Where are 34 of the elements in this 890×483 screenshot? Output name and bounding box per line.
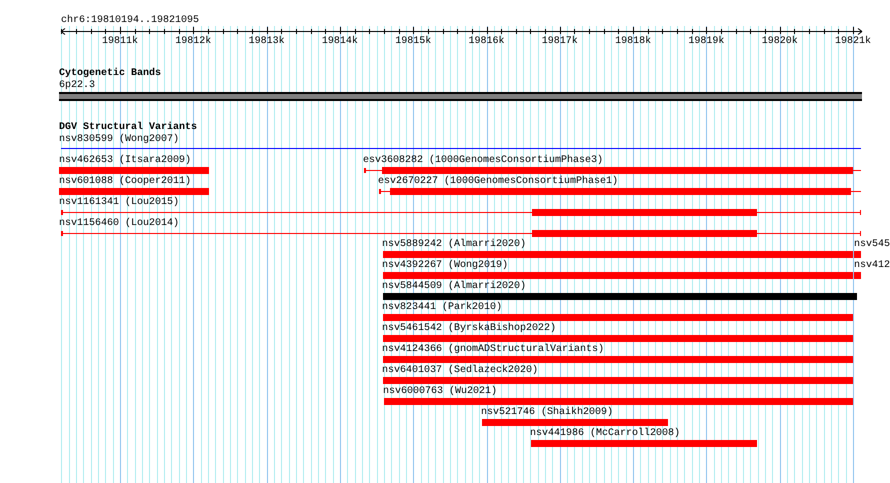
tick-label: 19812k	[175, 36, 212, 47]
variant-label: nsv4124366 (gnomADStructuralVariants)	[382, 344, 604, 355]
variant-label: nsv5889242 (Almarri2020)	[382, 239, 526, 250]
variant-label: nsv412	[854, 260, 890, 271]
variant-label: nsv1161341 (Lou2015)	[59, 197, 180, 208]
track-title: Cytogenetic Bands	[59, 68, 162, 79]
tick-label: 19815k	[395, 36, 432, 47]
tick-label: 19817k	[542, 36, 578, 47]
variant-label: nsv441986 (McCarroll2008)	[530, 428, 680, 439]
variant-label: nsv1156460 (Lou2014)	[59, 218, 180, 229]
variant-label: nsv830599 (Wong2007)	[59, 134, 180, 145]
variant-label: nsv601088 (Cooper2011)	[59, 176, 192, 187]
variant-label: nsv521746 (Shaikh2009)	[481, 407, 614, 418]
variant-label: nsv545	[854, 239, 890, 250]
tick-label: 19811k	[102, 36, 138, 47]
variant-label: nsv823441 (Park2010)	[382, 302, 502, 313]
tick-label: 19813k	[248, 36, 285, 47]
variant-label: nsv4392267 (Wong2019)	[382, 260, 508, 271]
tick-label: 19821k	[835, 36, 871, 47]
variant-label: nsv5844509 (Almarri2020)	[382, 281, 526, 292]
tick-label: 19820k	[762, 36, 798, 47]
variant-label: nsv5461542 (ByrskaBishop2022)	[382, 323, 556, 334]
tick-label: 19816k	[468, 36, 504, 47]
band-label: 6p22.3	[59, 80, 96, 91]
variant-label: esv3608282 (1000GenomesConsortiumPhase3)	[363, 155, 604, 166]
variant-label: nsv6401037 (Sedlazeck2020)	[382, 365, 538, 376]
tick-label: 19819k	[688, 36, 724, 47]
variant-label: nsv6000763 (Wu2021)	[383, 386, 498, 397]
ruler-title: chr6:19810194..19821095	[61, 15, 200, 26]
variant-label: esv2670227 (1000GenomesConsortiumPhase1)	[378, 176, 618, 187]
track-title: DGV Structural Variants	[59, 122, 198, 133]
variant-label: nsv462653 (Itsara2009)	[59, 155, 192, 166]
tick-label: 19814k	[322, 36, 358, 47]
tick-label: 19818k	[615, 36, 652, 47]
